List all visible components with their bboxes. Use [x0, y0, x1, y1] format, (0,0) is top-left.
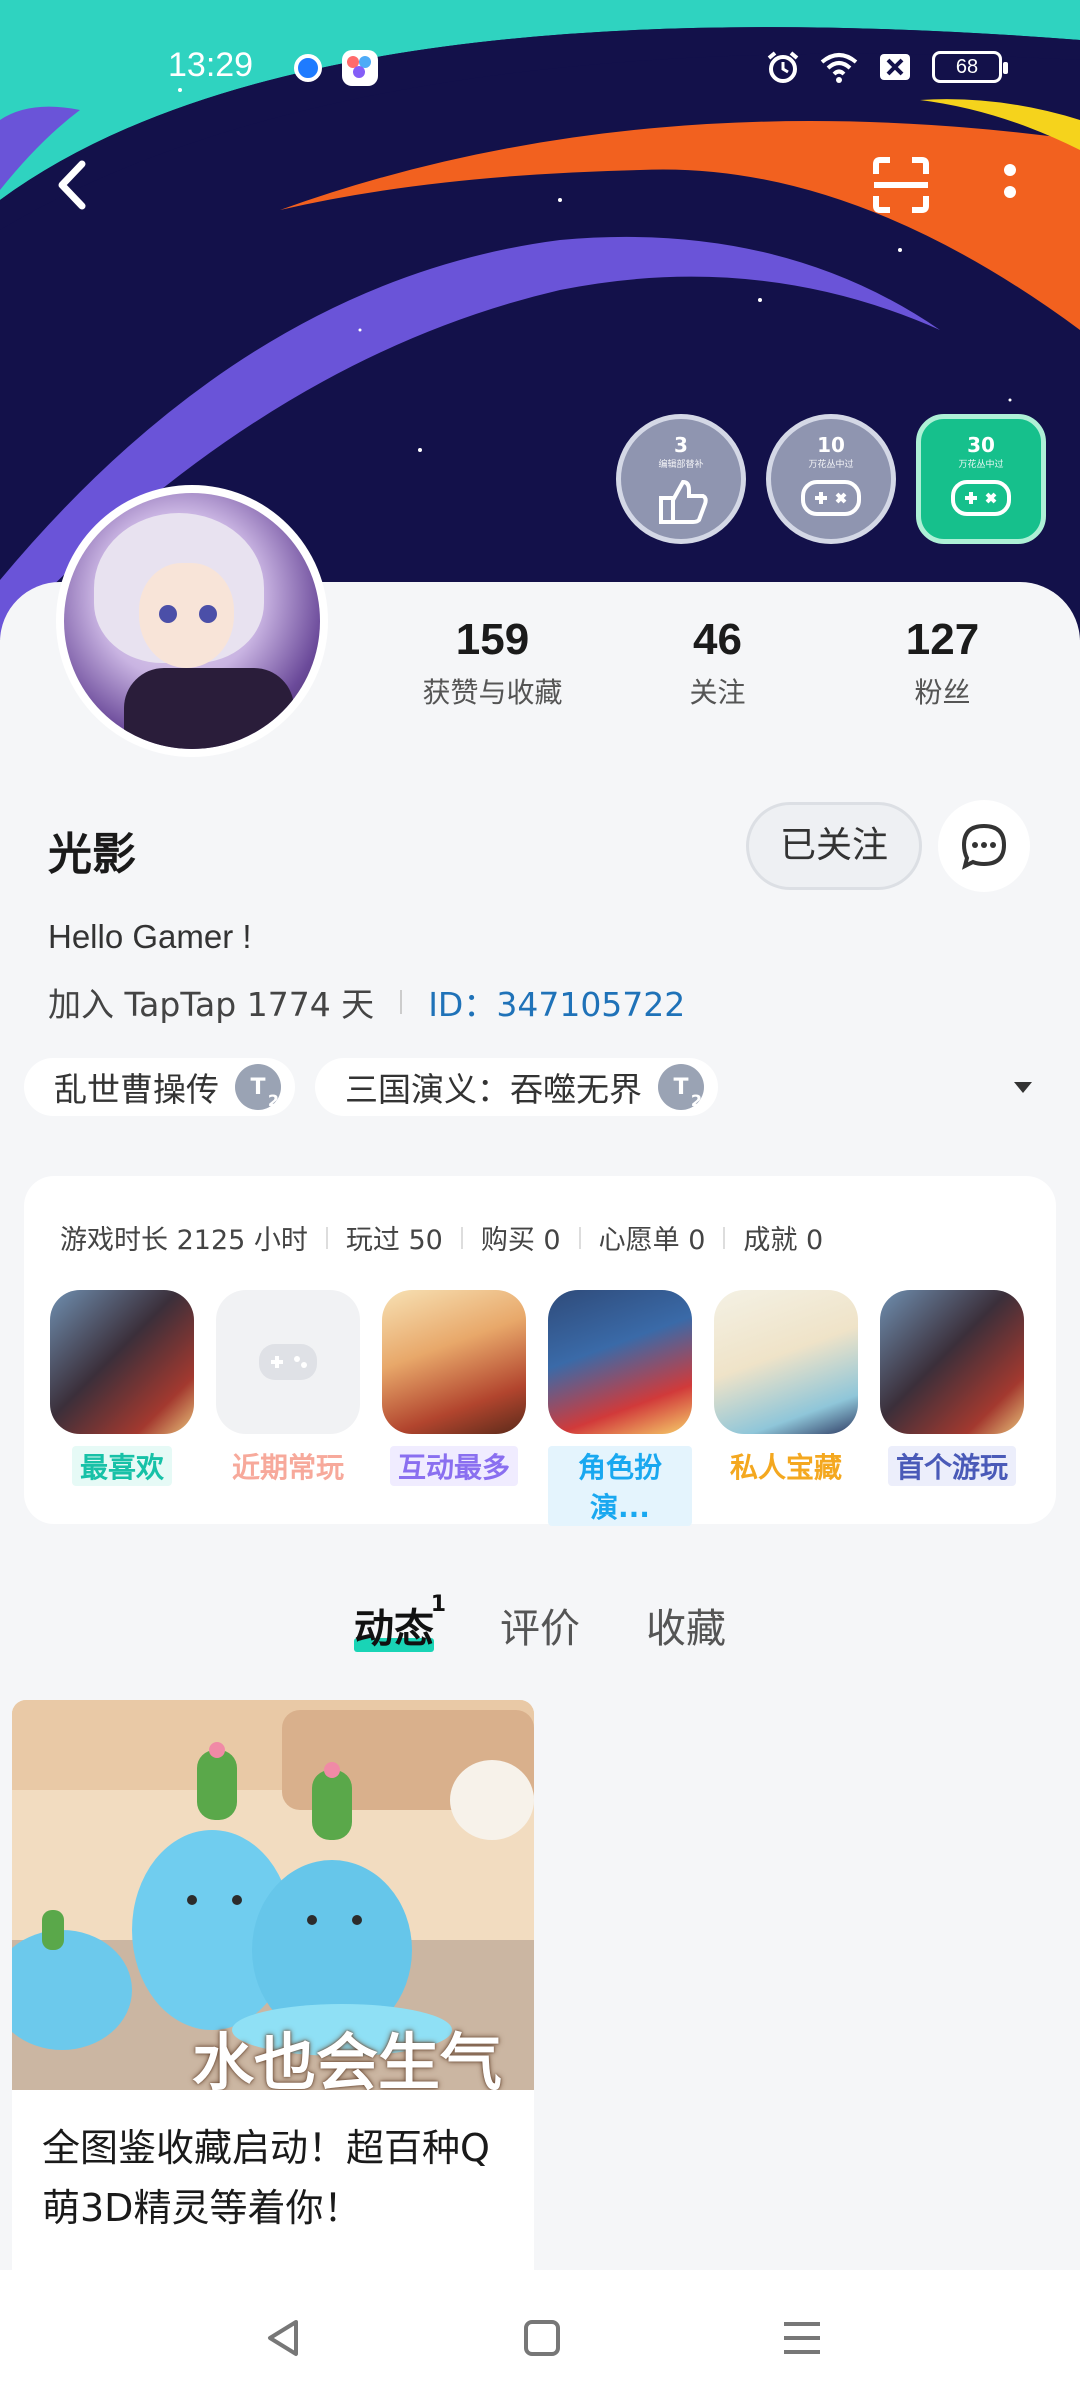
game-badge-favorite[interactable]: 最喜欢: [50, 1290, 194, 1526]
game-badge-first[interactable]: 首个游玩: [880, 1290, 1024, 1526]
wishlist-count: 心愿单 0: [598, 1225, 706, 1256]
post-card[interactable]: 水也会生气 全图鉴收藏启动！超百种Q萌3D精灵等着你！: [12, 1700, 534, 2270]
achievement-badges: 3 编辑部替补 10 万花丛中过 30 万花丛中过: [616, 414, 1046, 544]
status-bar: 13:29 68: [0, 40, 1080, 96]
stat-following[interactable]: 46 关注: [605, 615, 830, 711]
game-summary-card[interactable]: 游戏时长 2125 小时 玩过 50 购买 0 心愿单 0 成就 0 最喜欢 近…: [24, 1176, 1056, 1526]
badge-number: 10: [817, 433, 845, 457]
game-badge-label: 首个游玩: [887, 1446, 1016, 1486]
divider: [400, 990, 403, 1014]
joined-days: 加入 TapTap 1774 天: [48, 985, 375, 1024]
badge-flowers-30[interactable]: 30 万花丛中过: [916, 414, 1046, 544]
status-time: 13:29: [168, 46, 254, 84]
tap-level-icon: T2: [658, 1064, 704, 1110]
user-id[interactable]: ID：347105722: [428, 978, 685, 1026]
game-icon: [216, 1290, 360, 1434]
playtime: 游戏时长 2125 小时: [60, 1225, 308, 1256]
app-notification-icon-2: [342, 50, 378, 86]
tag-label: 乱世曹操传: [54, 1070, 219, 1109]
badge-subtitle: 万花丛中过: [958, 460, 1004, 470]
tag-level: 2: [267, 1091, 279, 1110]
tag-game-1[interactable]: 乱世曹操传 T2: [24, 1058, 295, 1116]
stat-value: 159: [455, 615, 530, 664]
game-badge-rpg[interactable]: 角色扮演...: [548, 1290, 692, 1526]
post-image: 水也会生气: [12, 1700, 534, 2090]
profile-bio: Hello Gamer !: [48, 918, 252, 955]
thumbs-up-icon: [659, 479, 708, 524]
game-badge-label: 角色扮演...: [548, 1446, 692, 1526]
badge-number: 3: [674, 433, 688, 457]
game-badge-treasure[interactable]: 私人宝藏: [714, 1290, 858, 1526]
stat-value: 46: [693, 615, 742, 664]
avatar[interactable]: [56, 485, 328, 757]
game-icon: [548, 1290, 692, 1434]
profile-meta: 加入 TapTap 1774 天 ID：347105722: [48, 978, 685, 1026]
game-badge-label: 最喜欢: [71, 1446, 172, 1486]
stat-label: 粉丝: [914, 676, 971, 709]
game-icon: [382, 1290, 526, 1434]
game-stats-row: 游戏时长 2125 小时 玩过 50 购买 0 心愿单 0 成就 0: [60, 1218, 823, 1257]
achievements-count: 成就 0: [743, 1225, 824, 1256]
app-notification-icon: [294, 54, 322, 82]
post-title: 全图鉴收藏启动！超百种Q萌3D精灵等着你！: [42, 2126, 490, 2230]
game-badge-label: 私人宝藏: [729, 1451, 842, 1484]
following-button[interactable]: 已关注: [746, 802, 922, 890]
system-nav-bar: [0, 2270, 1080, 2400]
scan-button[interactable]: [866, 150, 936, 220]
played-count: 玩过 50: [345, 1225, 443, 1256]
back-button[interactable]: [40, 150, 110, 220]
nav-back-icon[interactable]: [254, 2308, 314, 2368]
tag-level: 2: [690, 1091, 702, 1110]
tab-moments[interactable]: 动态 1: [354, 1592, 446, 1654]
badge-subtitle: 编辑部替补: [658, 460, 704, 470]
profile-name: 光影: [48, 829, 136, 880]
nav-home-icon[interactable]: [512, 2308, 572, 2368]
game-icon: [880, 1290, 1024, 1434]
tag-label: 三国演义：吞噬无界: [345, 1070, 642, 1109]
stat-likes[interactable]: 159 获赞与收藏: [380, 615, 605, 711]
tab-label: 动态: [354, 1606, 434, 1652]
game-icon: [714, 1290, 858, 1434]
gamepad-icon: [951, 480, 1011, 516]
expand-tags-icon[interactable]: [1014, 1082, 1032, 1093]
game-badge-list: 最喜欢 近期常玩 互动最多 角色扮演... 私人宝藏 首个游玩: [50, 1290, 1024, 1526]
message-button[interactable]: [938, 800, 1030, 892]
tab-count: 1: [430, 1592, 446, 1617]
game-badge-label: 近期常玩: [231, 1451, 344, 1484]
stat-followers[interactable]: 127 粉丝: [830, 615, 1055, 711]
bought-count: 购买 0: [480, 1225, 561, 1256]
game-badge-interaction[interactable]: 互动最多: [382, 1290, 526, 1526]
badge-subtitle: 万花丛中过: [808, 460, 854, 470]
nav-menu-icon[interactable]: [772, 2308, 832, 2368]
content-tabs: 动态 1 评价 收藏: [0, 1592, 1080, 1654]
gamepad-icon: [801, 480, 861, 516]
game-tags: 乱世曹操传 T2 三国演义：吞噬无界 T2: [24, 1058, 718, 1116]
stat-value: 127: [905, 615, 980, 664]
badge-flowers-10[interactable]: 10 万花丛中过: [766, 414, 896, 544]
stat-label: 关注: [689, 676, 746, 709]
battery-indicator: 68: [932, 51, 1008, 83]
game-icon: [50, 1290, 194, 1434]
chat-icon: [961, 823, 1007, 870]
game-badge-label: 互动最多: [389, 1446, 518, 1486]
post-image-caption: 水也会生气: [192, 2026, 503, 2090]
stat-label: 获赞与收藏: [422, 676, 563, 709]
sim-off-icon: [880, 54, 910, 80]
profile-stats: 159 获赞与收藏 46 关注 127 粉丝: [380, 615, 1080, 711]
tap-level-icon: T2: [235, 1064, 281, 1110]
game-badge-recent[interactable]: 近期常玩: [216, 1290, 360, 1526]
badge-editor[interactable]: 3 编辑部替补: [616, 414, 746, 544]
more-options-button[interactable]: [975, 150, 1045, 220]
tab-reviews[interactable]: 评价: [500, 1596, 580, 1654]
tab-favorites[interactable]: 收藏: [646, 1596, 726, 1654]
wifi-icon: [820, 53, 858, 83]
tag-game-2[interactable]: 三国演义：吞噬无界 T2: [315, 1058, 718, 1116]
alarm-icon: [767, 51, 799, 83]
gamepad-placeholder-icon: [259, 1344, 317, 1380]
badge-number: 30: [967, 433, 995, 457]
